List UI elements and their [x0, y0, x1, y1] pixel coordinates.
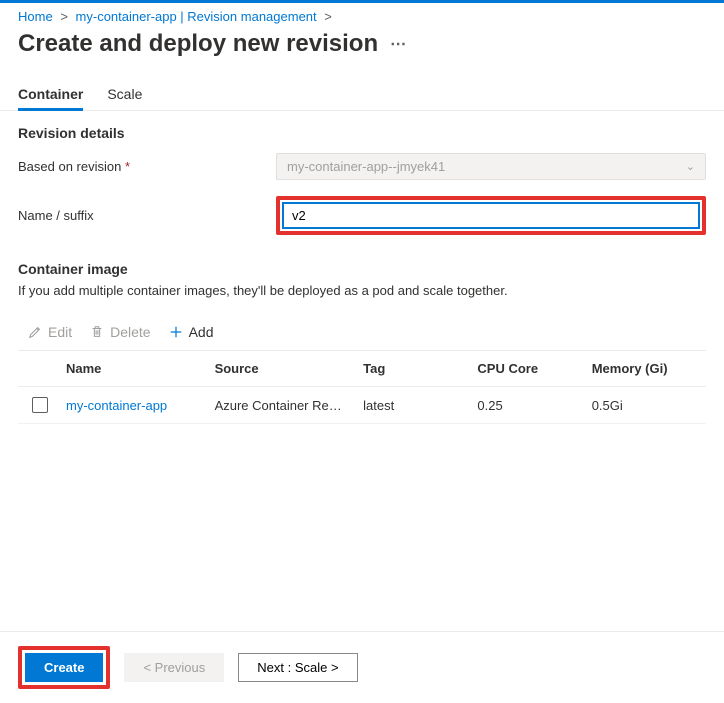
add-button[interactable]: Add — [169, 324, 214, 340]
previous-button: < Previous — [124, 653, 224, 682]
revision-details-heading: Revision details — [0, 111, 724, 149]
next-button[interactable]: Next : Scale > — [238, 653, 357, 682]
delete-button[interactable]: Delete — [90, 324, 150, 340]
col-cpu: CPU Core — [477, 361, 591, 376]
col-name: Name — [66, 361, 215, 376]
image-toolbar: Edit Delete Add — [0, 318, 724, 350]
col-source: Source — [215, 361, 364, 376]
chevron-down-icon: ⌄ — [686, 160, 695, 173]
edit-button[interactable]: Edit — [28, 324, 72, 340]
based-on-revision-select[interactable]: my-container-app--jmyek41 ⌄ — [276, 153, 706, 180]
highlight-create: Create — [18, 646, 110, 689]
breadcrumb: Home > my-container-app | Revision manag… — [0, 3, 724, 28]
col-tag: Tag — [363, 361, 477, 376]
based-on-value: my-container-app--jmyek41 — [287, 159, 445, 174]
container-image-helper: If you add multiple container images, th… — [0, 281, 724, 310]
create-button[interactable]: Create — [25, 653, 103, 682]
pencil-icon — [28, 325, 42, 339]
breadcrumb-home[interactable]: Home — [18, 9, 53, 24]
name-suffix-label: Name / suffix — [18, 208, 268, 223]
table-row[interactable]: my-container-app Azure Container Re… lat… — [18, 387, 706, 424]
breadcrumb-app[interactable]: my-container-app | Revision management — [76, 9, 317, 24]
table-header: Name Source Tag CPU Core Memory (Gi) — [18, 351, 706, 387]
footer-bar: Create < Previous Next : Scale > — [0, 631, 724, 703]
tab-scale[interactable]: Scale — [107, 86, 142, 110]
row-source: Azure Container Re… — [215, 398, 364, 413]
more-icon[interactable]: ⋯ — [390, 34, 406, 54]
col-memory: Memory (Gi) — [592, 361, 706, 376]
container-image-heading: Container image — [0, 239, 724, 281]
tab-container[interactable]: Container — [18, 86, 83, 110]
page-title: Create and deploy new revision ⋯ — [0, 28, 724, 66]
row-name-link[interactable]: my-container-app — [66, 398, 215, 413]
highlight-suffix — [276, 196, 706, 235]
row-tag: latest — [363, 398, 477, 413]
row-checkbox[interactable] — [32, 397, 48, 413]
plus-icon — [169, 325, 183, 339]
trash-icon — [90, 325, 104, 339]
row-cpu: 0.25 — [477, 398, 591, 413]
based-on-label: Based on revision * — [18, 159, 268, 174]
chevron-right-icon: > — [56, 9, 72, 24]
container-table: Name Source Tag CPU Core Memory (Gi) my-… — [18, 350, 706, 424]
tabs: Container Scale — [0, 66, 724, 111]
row-memory: 0.5Gi — [592, 398, 706, 413]
chevron-right-icon: > — [320, 9, 336, 24]
name-suffix-input[interactable] — [282, 202, 700, 229]
